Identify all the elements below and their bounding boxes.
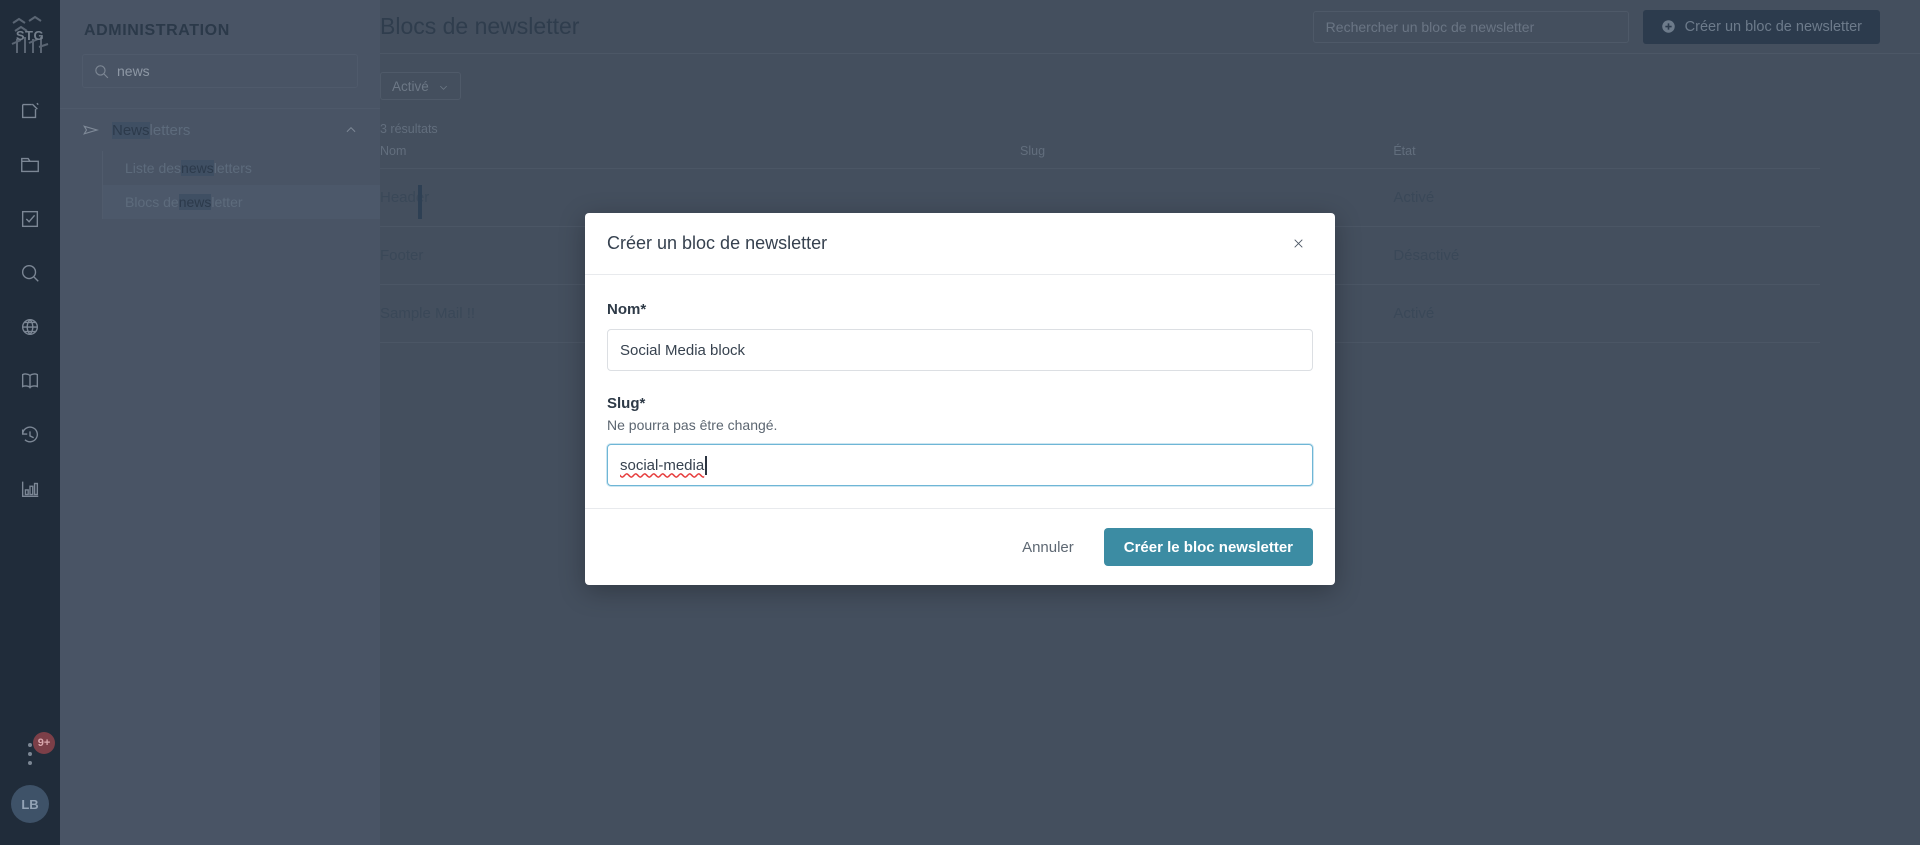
chevron-up-icon[interactable] <box>344 123 358 137</box>
create-newsletter-block-button[interactable]: Créer un bloc de newsletter <box>1642 9 1880 44</box>
sidebar-group-newsletters[interactable]: Newsletters <box>60 109 380 151</box>
filter-etat-dropdown[interactable]: Activé <box>380 72 461 100</box>
cell-etat: Activé <box>1393 168 1820 227</box>
modal-body: Nom* Social Media block Slug* Ne pourra … <box>585 275 1335 508</box>
avatar[interactable]: LB <box>11 785 49 823</box>
results-count: 3 résultats <box>380 122 438 136</box>
icon-rail: STG 9+ LB <box>0 0 60 845</box>
filter-etat-value: Activé <box>392 78 429 94</box>
text-caret <box>705 455 707 475</box>
history-icon <box>21 426 38 443</box>
cell-etat: Activé <box>1393 284 1820 343</box>
sidebar-search-input[interactable]: news <box>82 54 358 88</box>
sidebar-item-prefix: Liste des <box>125 160 182 176</box>
table-header-row: Nom Slug État <box>380 144 1820 169</box>
cancel-button[interactable]: Annuler <box>1010 531 1086 564</box>
rail-item-history[interactable] <box>0 408 60 462</box>
app-logo[interactable]: STG <box>9 12 51 58</box>
filters-bar: Activé <box>380 54 1920 100</box>
sidebar-item-suffix: letters <box>213 160 252 176</box>
logo-text: STG <box>15 27 45 43</box>
create-button-label: Créer un bloc de newsletter <box>1684 18 1862 35</box>
sidebar-group-label-rest: letters <box>149 121 191 139</box>
sidebar-item-suffix: letter <box>211 194 243 210</box>
plus-circle-icon <box>1661 19 1676 34</box>
table-head: Nom Slug État <box>380 144 1820 169</box>
checkbox-icon <box>21 210 39 228</box>
sidebar-search-value: news <box>117 63 150 79</box>
column-header-etat[interactable]: État <box>1393 144 1820 169</box>
slug-label-text: Slug <box>607 395 640 412</box>
book-icon <box>21 373 39 389</box>
page-title: Blocs de newsletter <box>380 13 580 39</box>
sidebar-search-wrap: news <box>60 40 380 108</box>
sidebar-item-blocs-de-newsletter[interactable]: Blocs de news letter <box>103 185 422 219</box>
sidebar-item-liste-des-newsletters[interactable]: Liste des news letters <box>103 151 380 185</box>
close-icon[interactable] <box>1287 233 1309 255</box>
rail-item-analytics[interactable] <box>0 462 60 516</box>
rail-item-tasks[interactable] <box>0 192 60 246</box>
sidebar-group-label-highlight: News <box>112 121 150 139</box>
header-actions: Rechercher un bloc de newsletter Créer u… <box>1312 9 1880 44</box>
sidebar-item-prefix: Blocs de <box>125 194 179 210</box>
column-header-nom[interactable]: Nom <box>380 144 1020 169</box>
rail-item-compose[interactable] <box>0 84 60 138</box>
more-vertical-icon <box>28 743 32 765</box>
column-header-slug[interactable]: Slug <box>1020 144 1393 169</box>
send-icon <box>82 121 100 139</box>
main-search-input[interactable]: Rechercher un bloc de newsletter <box>1312 10 1629 43</box>
create-newsletter-block-modal: Créer un bloc de newsletter Nom* Social … <box>585 213 1335 585</box>
slug-field-block: Slug* Ne pourra pas être changé. social-… <box>607 395 1313 486</box>
modal-footer: Annuler Créer le bloc newsletter <box>585 508 1335 585</box>
globe-icon <box>21 318 39 336</box>
submit-create-block-button[interactable]: Créer le bloc newsletter <box>1103 528 1313 566</box>
name-required-mark: * <box>640 301 647 318</box>
main-header: Blocs de newsletter Rechercher un bloc d… <box>380 0 1920 54</box>
rail-item-docs[interactable] <box>0 354 60 408</box>
modal-title: Créer un bloc de newsletter <box>607 233 828 253</box>
search-icon <box>21 264 39 282</box>
name-label-text: Nom <box>607 301 641 318</box>
slug-input[interactable]: social-media <box>607 444 1313 486</box>
sidebar-title: ADMINISTRATION <box>84 22 230 39</box>
rail-icon-list <box>0 84 60 516</box>
rail-bottom: 9+ LB <box>0 732 60 845</box>
name-field-label: Nom* <box>607 301 1313 318</box>
slug-field-label: Slug* <box>607 395 1313 412</box>
rail-item-search[interactable] <box>0 246 60 300</box>
app-root: STG 9+ LB ADMINISTRATION news Newsletter… <box>0 0 1920 845</box>
name-input[interactable]: Social Media block <box>607 329 1313 371</box>
modal-header: Créer un bloc de newsletter <box>585 213 1335 275</box>
bar-chart-icon <box>21 481 39 498</box>
rail-item-globe[interactable] <box>0 300 60 354</box>
sidebar-subitems: Liste des news letters Blocs de news lette… <box>102 151 422 219</box>
search-icon <box>93 63 110 80</box>
sidebar-group-label: Newsletters <box>112 121 191 139</box>
sidebar-item-highlight: news <box>181 160 214 176</box>
compose-icon <box>21 102 39 119</box>
admin-sidebar: ADMINISTRATION news Newsletters Liste de… <box>60 0 422 845</box>
name-field-block: Nom* Social Media block <box>607 301 1313 371</box>
notification-badge: 9+ <box>33 732 55 754</box>
slug-required-mark: * <box>639 395 646 412</box>
cell-etat: Désactivé <box>1393 226 1820 285</box>
slug-field-hint: Ne pourra pas être changé. <box>607 417 778 433</box>
folder-icon <box>21 157 39 173</box>
name-input-value: Social Media block <box>620 341 746 359</box>
rail-more-button[interactable]: 9+ <box>0 732 60 771</box>
sidebar-item-highlight: news <box>178 194 212 210</box>
slug-input-value: social-media <box>620 456 705 474</box>
rail-item-folder[interactable] <box>0 138 60 192</box>
chevron-down-icon <box>438 81 449 92</box>
